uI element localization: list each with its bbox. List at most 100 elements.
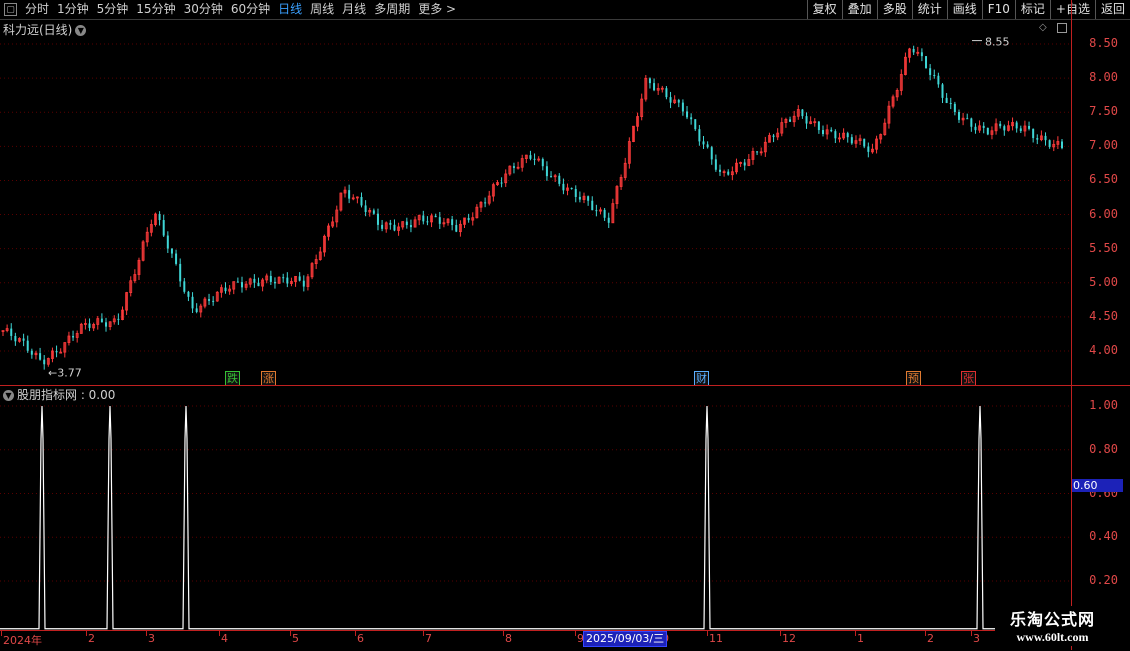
candle-body bbox=[714, 159, 717, 170]
candle-body bbox=[587, 196, 590, 201]
indicator-signal-line bbox=[0, 405, 1070, 630]
candle-body bbox=[55, 350, 58, 353]
candle-body bbox=[817, 121, 820, 131]
date-tick-label: 3 bbox=[973, 632, 980, 645]
price-chart[interactable]: 8.55 ←3.77 bbox=[0, 0, 1072, 385]
event-marker[interactable]: 涨 bbox=[261, 371, 276, 386]
candle-body bbox=[100, 318, 103, 323]
event-marker[interactable]: 跌 bbox=[225, 371, 240, 386]
candle-body bbox=[929, 68, 932, 75]
candle-body bbox=[982, 125, 985, 128]
candle-body bbox=[789, 119, 792, 122]
candle-body bbox=[727, 171, 730, 175]
price-tick-label: 6.50 bbox=[1089, 172, 1118, 187]
date-tick bbox=[1, 631, 2, 636]
date-tick-label: 4 bbox=[221, 632, 228, 645]
candle-body bbox=[920, 52, 923, 57]
candle-body bbox=[686, 111, 689, 118]
price-tick-label: 5.00 bbox=[1089, 274, 1118, 289]
candle-body bbox=[389, 222, 392, 225]
candle-body bbox=[933, 74, 936, 76]
candle-body bbox=[14, 335, 17, 342]
candle-body bbox=[970, 118, 973, 127]
candle-body bbox=[72, 336, 75, 338]
candle-body bbox=[191, 296, 194, 309]
candle-body bbox=[409, 225, 412, 228]
date-tick bbox=[503, 631, 504, 636]
date-tick-label: 2 bbox=[927, 632, 934, 645]
candle-body bbox=[863, 138, 866, 147]
candle-body bbox=[286, 277, 289, 284]
candle-body bbox=[801, 109, 804, 117]
candle-body bbox=[574, 189, 577, 197]
candle-body bbox=[706, 144, 709, 148]
indicator-tick-label: 0.80 bbox=[1089, 441, 1118, 456]
candle-body bbox=[957, 112, 960, 120]
candle-body bbox=[393, 224, 396, 231]
date-tick-label: 6 bbox=[357, 632, 364, 645]
date-tick-label: 2 bbox=[88, 632, 95, 645]
date-tick-label: 11 bbox=[709, 632, 723, 645]
candle-body bbox=[212, 300, 215, 302]
event-marker[interactable]: 张 bbox=[961, 371, 976, 386]
date-tick bbox=[925, 631, 926, 636]
candle-body bbox=[162, 220, 165, 236]
candle-body bbox=[710, 147, 713, 160]
candle-body bbox=[455, 225, 458, 232]
candle-body bbox=[273, 281, 276, 284]
candle-body bbox=[512, 166, 515, 168]
toolbar-button-8[interactable]: 返回 bbox=[1094, 0, 1130, 19]
candle-body bbox=[694, 119, 697, 130]
candle-body bbox=[669, 97, 672, 103]
candle-body bbox=[426, 221, 429, 223]
candle-body bbox=[183, 281, 186, 292]
date-tick-label: 3 bbox=[148, 632, 155, 645]
candle-body bbox=[562, 183, 565, 191]
candle-body bbox=[1036, 138, 1039, 140]
date-tick bbox=[780, 631, 781, 636]
candle-body bbox=[570, 187, 573, 190]
candle-body bbox=[224, 287, 227, 292]
watermark-url: www.60lt.com bbox=[1016, 630, 1089, 644]
candle-body bbox=[381, 224, 384, 229]
candle-body bbox=[822, 130, 825, 135]
date-tick bbox=[855, 631, 856, 636]
candle-body bbox=[348, 190, 351, 199]
candle-body bbox=[945, 97, 948, 104]
event-marker[interactable]: 财 bbox=[694, 371, 709, 386]
date-tick-label: 2024年 bbox=[3, 634, 42, 647]
candle-body bbox=[88, 323, 91, 328]
low-price-label: ←3.77 bbox=[48, 367, 82, 380]
candle-body bbox=[195, 308, 198, 312]
candle-body bbox=[170, 248, 173, 254]
candle-body bbox=[253, 278, 256, 283]
candle-body bbox=[591, 200, 594, 211]
date-tick bbox=[355, 631, 356, 636]
event-marker[interactable]: 预 bbox=[906, 371, 921, 386]
candle-body bbox=[1061, 141, 1063, 149]
candle-body bbox=[364, 205, 367, 213]
candle-body bbox=[941, 84, 944, 98]
candle-body bbox=[422, 215, 425, 222]
candle-body bbox=[1048, 140, 1051, 147]
candle-body bbox=[607, 217, 610, 223]
candle-body bbox=[187, 291, 190, 297]
candle-body bbox=[405, 221, 408, 226]
watermark-logo: 乐淘公式网 www.60lt.com bbox=[995, 606, 1110, 646]
candle-body bbox=[240, 282, 243, 288]
date-tick bbox=[86, 631, 87, 636]
candle-body bbox=[30, 350, 33, 355]
candle-body bbox=[376, 213, 379, 225]
candle-body bbox=[39, 353, 42, 360]
date-tick bbox=[575, 631, 576, 636]
candle-body bbox=[550, 176, 553, 178]
date-tick-label: 7 bbox=[425, 632, 432, 645]
candle-body bbox=[1028, 126, 1031, 129]
candle-body bbox=[105, 322, 108, 327]
candle-body bbox=[22, 338, 25, 341]
indicator-chart[interactable] bbox=[0, 385, 1072, 630]
date-tick bbox=[290, 631, 291, 636]
candle-body bbox=[698, 129, 701, 142]
candle-body bbox=[966, 118, 969, 120]
candle-body bbox=[772, 135, 775, 137]
